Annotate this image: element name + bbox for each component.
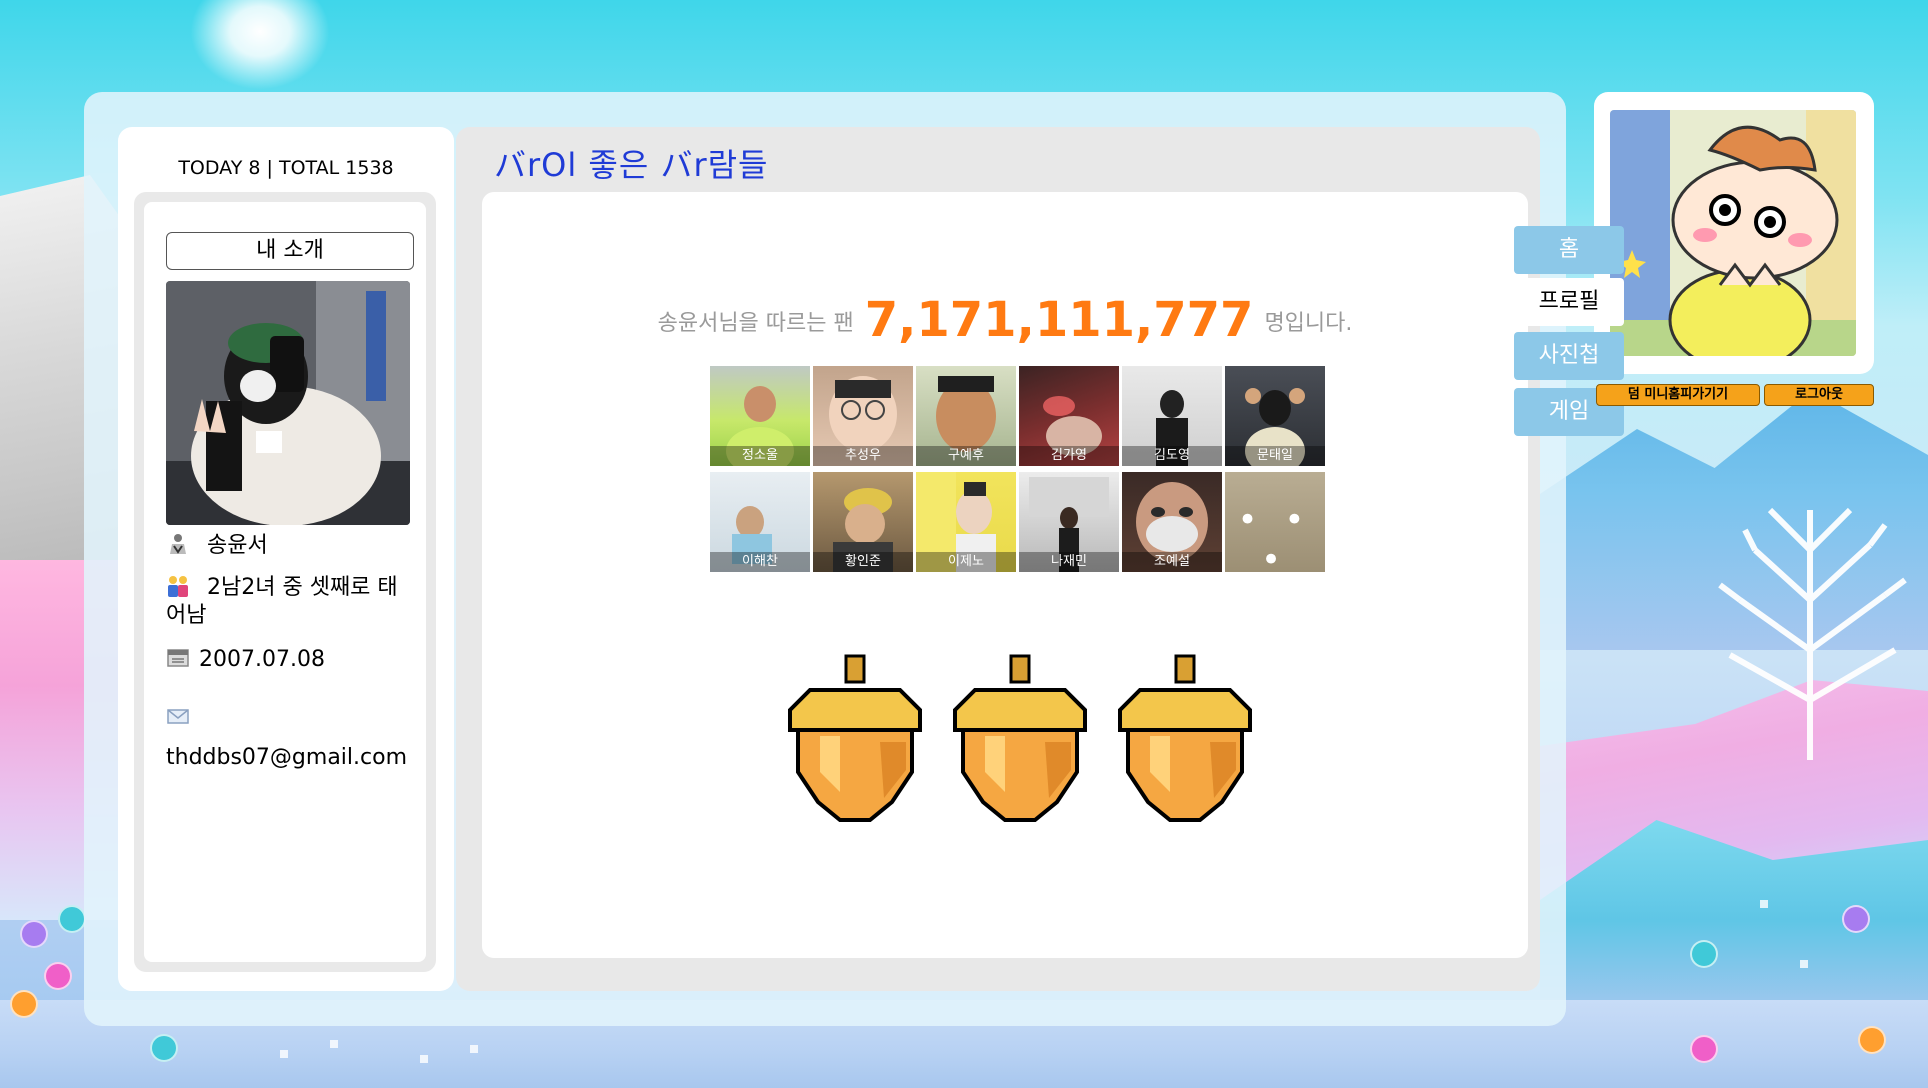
friend-name: 김도영: [1122, 446, 1222, 466]
gem-decoration: [10, 990, 38, 1018]
sparkle-decoration: [1760, 900, 1768, 908]
profile-content: 내 소개 송윤서 2남2녀 중 셋째로 태어남 2007.07.08 thddb…: [144, 202, 426, 962]
friend-tile[interactable]: 이제노: [916, 472, 1016, 572]
email[interactable]: thddbs07@gmail.com: [166, 744, 407, 772]
friend-tile[interactable]: 김가영: [1019, 366, 1119, 466]
tab-home[interactable]: 홈: [1514, 226, 1624, 274]
family-description: 2남2녀 중 셋째로 태어남: [166, 575, 398, 628]
friend-tile[interactable]: 황인준: [813, 472, 913, 572]
name-row: 송윤서: [166, 532, 268, 560]
friend-name: 이제노: [916, 552, 1016, 572]
family-icon: [168, 576, 188, 597]
tab-profile[interactable]: 프로필: [1514, 278, 1624, 326]
fan-count-suffix: 명입니다.: [1264, 311, 1353, 336]
tab-photo-album[interactable]: 사진첩: [1514, 332, 1624, 380]
friend-tile[interactable]: 이해찬: [710, 472, 810, 572]
total-label: TOTAL: [278, 157, 340, 179]
gem-decoration: [1690, 1035, 1718, 1063]
friend-name: 추성우: [813, 446, 913, 466]
birthday: 2007.07.08: [199, 647, 325, 672]
friend-name: 정소울: [710, 446, 810, 466]
more-friends-tile[interactable]: • • •: [1225, 472, 1325, 572]
today-count: 8: [248, 157, 261, 179]
acorn-icon: [953, 654, 1087, 822]
gem-decoration: [1690, 940, 1718, 968]
gem-decoration: [150, 1034, 178, 1062]
friend-name: 문태일: [1225, 446, 1325, 466]
fan-count-line: 송윤서님을 따르는 팬 7,171,111,777 명입니다.: [482, 292, 1528, 348]
acorn-icon: [1118, 654, 1252, 822]
gem-decoration: [1842, 905, 1870, 933]
avatar-illustration: [1610, 110, 1856, 356]
avatar-card: [1594, 92, 1874, 374]
sparkle-decoration: [330, 1040, 338, 1048]
snow-tree-decoration: [1718, 507, 1907, 760]
logout-button[interactable]: 로그아웃: [1764, 384, 1874, 406]
gem-decoration: [1858, 1026, 1886, 1054]
counter-separator: |: [266, 157, 273, 179]
background-pink-hill: [1540, 680, 1928, 900]
character-avatar: [1610, 110, 1856, 356]
profile-inner-frame: 내 소개 송윤서 2남2녀 중 셋째로 태어남 2007.07.08 thddb…: [134, 192, 436, 972]
today-label: TODAY: [178, 157, 243, 179]
fan-count-prefix: 송윤서님을 따르는 팬: [657, 311, 854, 336]
sparkle-decoration: [420, 1055, 428, 1063]
profile-photo-illustration: [166, 281, 410, 525]
birthday-row: 2007.07.08: [166, 646, 325, 674]
friend-tile[interactable]: 추성우: [813, 366, 913, 466]
acorn-icon: [788, 654, 922, 822]
calendar-icon: [167, 649, 189, 667]
friend-tile[interactable]: 조예설: [1122, 472, 1222, 572]
sparkle-decoration: [280, 1050, 288, 1058]
friend-tile[interactable]: 문태일: [1225, 366, 1325, 466]
envelope-icon: [167, 709, 189, 724]
intro-button[interactable]: 내 소개: [166, 232, 414, 270]
email-row: [166, 704, 200, 732]
person-icon: [170, 534, 186, 554]
friend-grid: 정소울 추성우 구예후 김가영 김도영 문태일 이해찬 황인준 이제노 나재민 …: [710, 366, 1328, 574]
gem-decoration: [58, 905, 86, 933]
friend-tile[interactable]: 나재민: [1019, 472, 1119, 572]
sparkle-decoration: [470, 1045, 478, 1053]
friend-name: 김가영: [1019, 446, 1119, 466]
friend-name: 조예설: [1122, 552, 1222, 572]
visit-minihompy-button[interactable]: 덤 미니홈피가기기: [1596, 384, 1760, 406]
section-title: バrOl 좋은 バr람들: [494, 146, 769, 184]
friend-name: 황인준: [813, 552, 913, 572]
content-card: 송윤서님을 따르는 팬 7,171,111,777 명입니다. 정소울 추성우 …: [482, 192, 1528, 958]
friend-tile[interactable]: 김도영: [1122, 366, 1222, 466]
total-count: 1538: [345, 157, 394, 179]
profile-photo: [166, 281, 410, 525]
friend-name: 구예후: [916, 446, 1016, 466]
friend-name: 이해찬: [710, 552, 810, 572]
acorn-row: [780, 652, 1260, 832]
friend-tile[interactable]: 정소울: [710, 366, 810, 466]
sparkle-decoration: [1800, 960, 1808, 968]
gem-decoration: [44, 962, 72, 990]
profile-sidebar: TODAY 8 | TOTAL 1538 내 소개 송윤서 2남2녀 중 셋째로…: [118, 127, 454, 991]
visit-counter: TODAY 8 | TOTAL 1538: [118, 157, 454, 179]
friend-name: 나재민: [1019, 552, 1119, 572]
family-row: 2남2녀 중 셋째로 태어남: [166, 574, 416, 630]
fan-count: 7,171,111,777: [864, 292, 1254, 348]
friend-tile[interactable]: 구예후: [916, 366, 1016, 466]
gem-decoration: [20, 920, 48, 948]
more-friends-label: • • •: [1237, 500, 1313, 572]
profile-name: 송윤서: [207, 533, 268, 558]
sun-glow: [190, 0, 330, 90]
